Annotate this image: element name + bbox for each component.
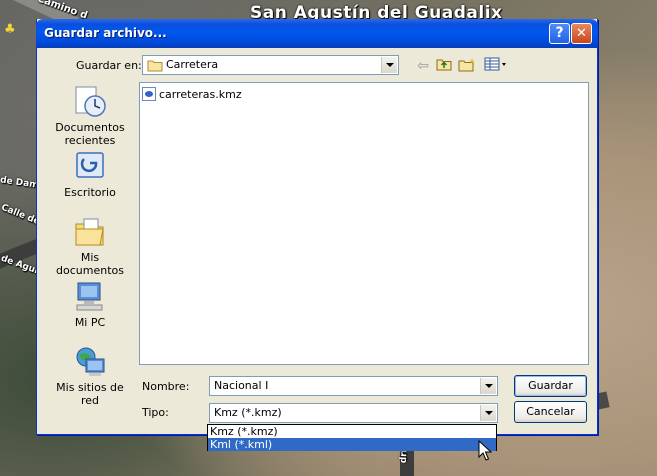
map-street-label: Calle de [0, 202, 42, 228]
file-name-label: Nombre: [142, 380, 190, 393]
place-label: Documentos recientes [55, 121, 125, 147]
file-type-options-list[interactable]: Kmz (*.kmz) Kml (*.kml) [207, 424, 497, 451]
place-desktop[interactable]: Escritorio [46, 150, 134, 199]
place-network[interactable]: Mis sitios de red [46, 345, 134, 407]
save-in-dropdown[interactable]: Carretera [142, 55, 399, 75]
file-list[interactable]: carreteras.kmz [139, 82, 589, 365]
help-button[interactable]: ? [549, 23, 570, 44]
save-file-dialog: Guardar archivo... ? ✕ Guardar en: Carre… [36, 19, 598, 435]
file-type-label: Tipo: [142, 406, 169, 419]
my-documents-icon [73, 215, 107, 249]
up-folder-icon[interactable] [434, 57, 454, 75]
network-places-icon [73, 345, 107, 379]
map-street-label: de Dam [0, 175, 40, 191]
file-name-input[interactable]: Nacional I [209, 376, 498, 396]
place-label: Mis sitios de red [56, 381, 124, 407]
dialog-title: Guardar archivo... [44, 26, 167, 40]
view-menu-icon[interactable] [483, 57, 509, 75]
file-type-option-kmz[interactable]: Kmz (*.kmz) [208, 425, 496, 438]
dialog-title-bar[interactable]: Guardar archivo... ? ✕ [36, 19, 598, 48]
save-in-label: Guardar en: [76, 59, 142, 72]
folder-icon [147, 60, 163, 72]
save-in-value: Carretera [166, 58, 219, 71]
cancel-button[interactable]: Cancelar [514, 401, 587, 423]
place-label: Mis documentos [56, 251, 124, 277]
save-button[interactable]: Guardar [514, 375, 587, 397]
back-arrow-icon[interactable]: ⇦ [413, 57, 433, 75]
new-folder-icon[interactable] [457, 57, 477, 75]
file-name-value: Nacional I [214, 379, 269, 392]
kmz-file-icon [142, 87, 156, 101]
recent-documents-icon [73, 85, 107, 119]
placemark-pin-icon: ♣ [4, 22, 16, 37]
desktop-icon [73, 150, 107, 184]
chevron-down-icon[interactable] [480, 378, 496, 394]
chevron-down-icon[interactable] [381, 57, 397, 73]
file-name: carreteras.kmz [159, 87, 242, 101]
mouse-cursor-icon [478, 440, 492, 461]
place-label: Mi PC [74, 316, 106, 329]
file-type-dropdown[interactable]: Kmz (*.kmz) [209, 403, 498, 423]
place-recent-documents[interactable]: Documentos recientes [46, 85, 134, 147]
file-type-option-kml[interactable]: Kml (*.kml) [208, 438, 496, 451]
chevron-down-icon[interactable] [480, 405, 496, 421]
list-item[interactable]: carreteras.kmz [142, 87, 242, 101]
place-my-documents[interactable]: Mis documentos [46, 215, 134, 277]
file-type-value: Kmz (*.kmz) [214, 406, 282, 419]
place-label: Escritorio [64, 186, 116, 199]
close-button[interactable]: ✕ [571, 23, 592, 44]
my-computer-icon [73, 280, 107, 314]
place-my-computer[interactable]: Mi PC [46, 280, 134, 329]
